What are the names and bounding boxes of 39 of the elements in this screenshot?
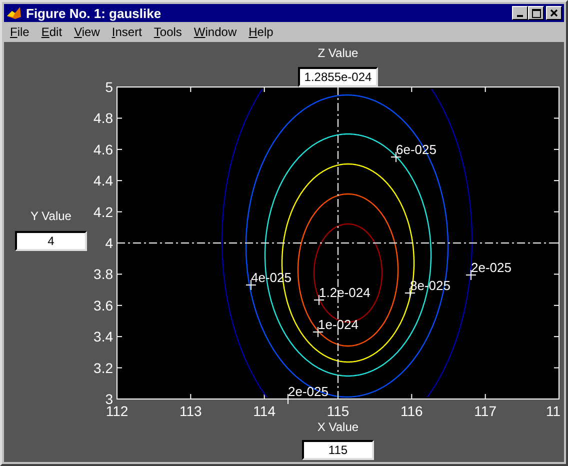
y-tick-label: 3.8 xyxy=(94,266,113,282)
app-logo-icon xyxy=(6,5,22,21)
menu-item[interactable]: File xyxy=(4,25,36,39)
menu-item[interactable]: Edit xyxy=(35,25,68,39)
maximize-icon xyxy=(532,8,540,18)
y-tick-label: 3.4 xyxy=(94,328,113,345)
x-tick-label: 11 xyxy=(546,403,561,419)
contour-label: 1e-024 xyxy=(318,317,358,332)
close-button[interactable] xyxy=(546,6,562,20)
close-icon xyxy=(550,9,558,17)
menu-item[interactable]: Insert xyxy=(106,25,148,39)
y-tick-label: 3.6 xyxy=(94,297,113,314)
menu-item[interactable]: Window xyxy=(188,25,243,39)
y-tick-label: 4.4 xyxy=(94,172,113,189)
y-value-field[interactable]: 4 xyxy=(15,231,87,251)
y-tick-label: 3.2 xyxy=(94,360,113,376)
y-tick-label: 4 xyxy=(105,235,113,251)
x-tick-label: 114 xyxy=(253,403,276,419)
window-title: Figure No. 1: gauslike xyxy=(26,6,162,20)
minimize-button[interactable] xyxy=(512,6,528,20)
x-value-label: X Value xyxy=(317,420,359,434)
x-tick-label: 113 xyxy=(180,403,202,419)
menu-item[interactable]: Tools xyxy=(148,25,188,39)
menu-item[interactable]: View xyxy=(68,25,106,39)
contour-label: 1.2e-024 xyxy=(319,285,370,300)
x-value-field[interactable]: 115 xyxy=(302,440,374,460)
x-tick-label: 116 xyxy=(400,403,423,419)
x-tick-label: 117 xyxy=(474,403,496,419)
maximize-button[interactable] xyxy=(528,6,544,20)
y-tick-label: 4.8 xyxy=(94,110,113,126)
z-value-label: Z Value xyxy=(318,46,358,60)
y-tick-label: 4.2 xyxy=(94,204,113,220)
z-value-field[interactable]: 1.2855e-024 xyxy=(298,67,378,87)
y-tick-label: 4.6 xyxy=(94,141,113,158)
contour-label: 2e-025 xyxy=(471,260,512,275)
menu-item[interactable]: Help xyxy=(242,25,280,39)
y-value-label: Y Value xyxy=(30,209,72,223)
y-tick-label: 5 xyxy=(105,79,113,95)
x-tick-label: 115 xyxy=(326,403,350,419)
